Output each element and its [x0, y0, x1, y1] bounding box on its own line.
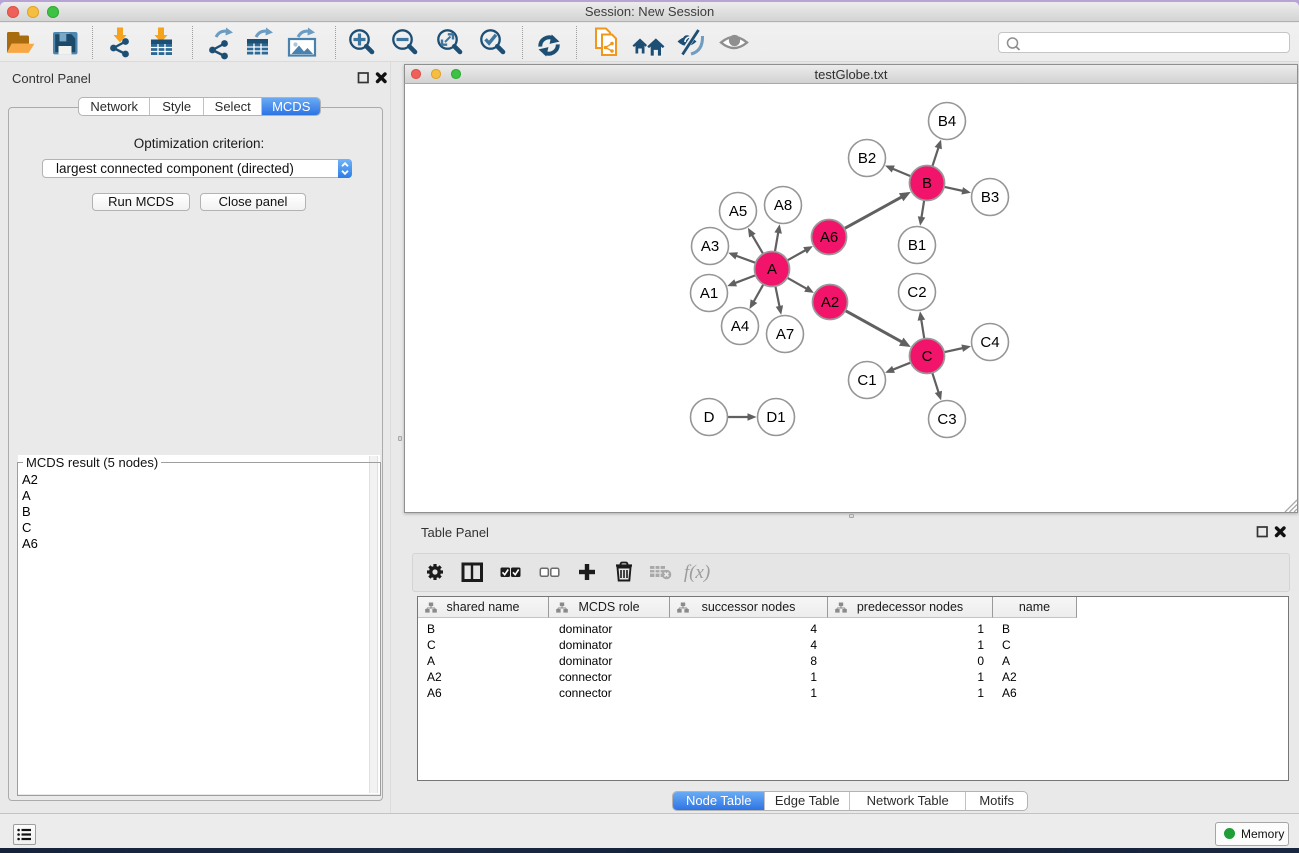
svg-text:C: C [922, 348, 933, 365]
svg-text:B3: B3 [981, 189, 999, 206]
svg-text:C3: C3 [937, 411, 956, 428]
svg-text:B2: B2 [858, 150, 876, 167]
svg-text:A5: A5 [729, 203, 747, 220]
svg-text:A6: A6 [820, 229, 838, 246]
svg-text:A7: A7 [776, 326, 794, 343]
svg-text:B: B [922, 175, 932, 192]
svg-text:D: D [704, 409, 715, 426]
svg-text:A: A [767, 261, 777, 278]
svg-text:f(x): f(x) [684, 562, 710, 583]
svg-text:C4: C4 [980, 334, 999, 351]
svg-text:B4: B4 [938, 113, 956, 130]
svg-text:C2: C2 [907, 284, 926, 301]
svg-text:B1: B1 [908, 237, 926, 254]
svg-text:A8: A8 [774, 197, 792, 214]
svg-text:C1: C1 [857, 372, 876, 389]
svg-text:A3: A3 [701, 238, 719, 255]
svg-text:A1: A1 [700, 285, 718, 302]
svg-text:A4: A4 [731, 318, 749, 335]
svg-text:A2: A2 [821, 294, 839, 311]
svg-text:D1: D1 [766, 409, 785, 426]
